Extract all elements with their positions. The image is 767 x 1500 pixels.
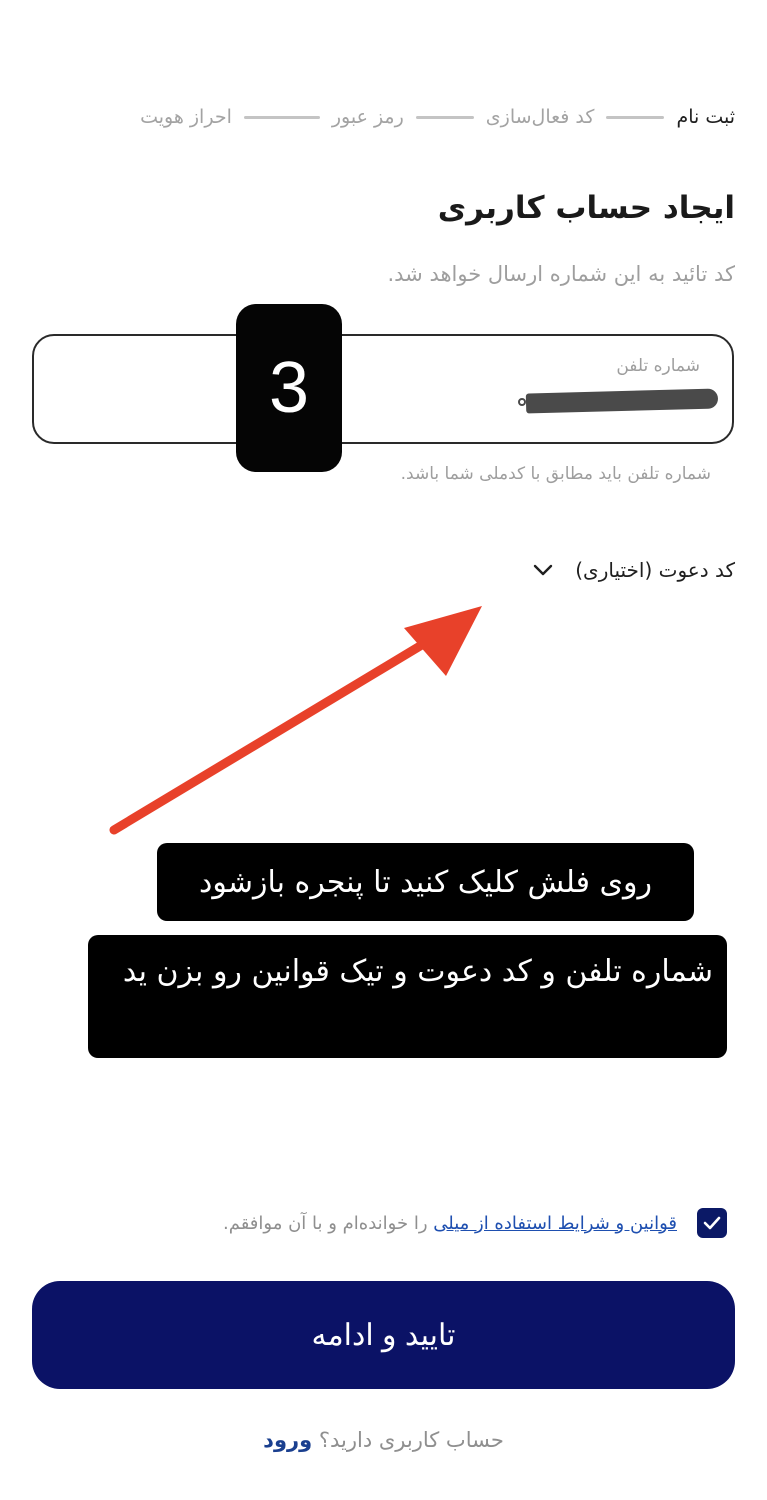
step-connector [606,115,665,119]
instruction-box-1: روی فلش کلیک کنید تا پنجره بازشود [157,843,694,921]
phone-value-redacted [525,388,719,414]
phone-field-label: شماره تلفن [616,356,700,376]
checkmark-icon [703,1216,721,1230]
terms-text: قوانین و شرایط استفاده از میلی را خوانده… [223,1213,677,1234]
terms-row: قوانین و شرایط استفاده از میلی را خوانده… [223,1208,727,1238]
login-link[interactable]: ورود [263,1428,312,1452]
instruction-box-2: شماره تلفن و کد دعوت و تیک قوانین رو بزن… [88,935,727,1058]
step-password: رمز عبور [331,106,404,128]
page-title: ایجاد حساب کاربری [437,190,735,226]
step-number-badge: 3 [236,304,342,472]
signup-screen: ثبت نام کد فعال‌سازی رمز عبور احراز هویت… [0,0,767,1500]
invite-code-label: کد دعوت (اختیاری) [575,558,735,582]
step-signup: ثبت نام [676,106,735,128]
page-subtitle: کد تائید به این شماره ارسال خواهد شد. [387,262,735,286]
step-identity-verification: احراز هویت [140,106,232,128]
confirm-continue-button[interactable]: تایید و ادامه [32,1281,735,1389]
terms-checkbox[interactable] [697,1208,727,1238]
step-connector [243,115,320,119]
redaction-mark [518,398,526,406]
phone-hint: شماره تلفن باید مطابق با کدملی شما باشد. [400,464,711,484]
invite-code-toggle[interactable]: کد دعوت (اختیاری) [531,558,735,582]
login-question: حساب کاربری دارید؟ [312,1428,504,1452]
login-prompt: حساب کاربری دارید؟ ورود [0,1428,767,1452]
step-activation-code: کد فعال‌سازی [485,106,595,128]
chevron-down-icon[interactable] [531,558,555,582]
step-connector [415,115,474,119]
phone-field[interactable]: شماره تلفن [32,334,734,444]
terms-link[interactable]: قوانین و شرایط استفاده از میلی [433,1213,677,1234]
progress-stepper: ثبت نام کد فعال‌سازی رمز عبور احراز هویت [32,106,735,128]
terms-suffix: را خوانده‌ام و با آن موافقم. [223,1212,434,1234]
